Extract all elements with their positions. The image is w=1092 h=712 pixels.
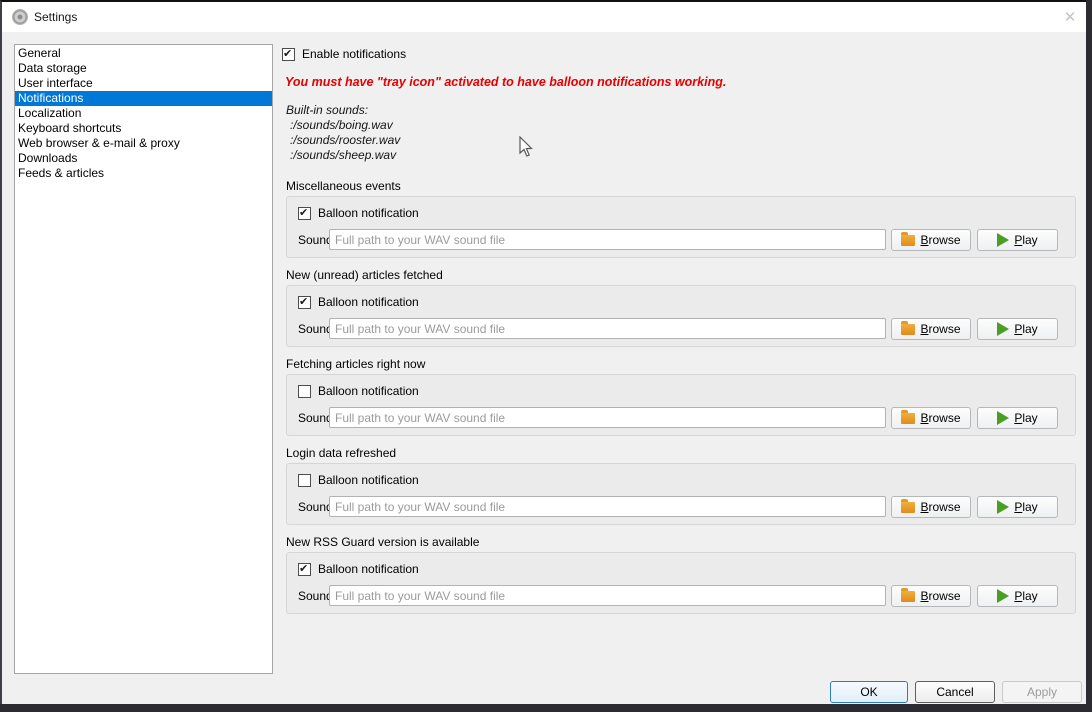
section-label-new-version-available: New RSS Guard version is available [286, 535, 1077, 549]
balloon-notification-label: Balloon notification [318, 295, 419, 309]
sound-path-input[interactable] [329, 407, 886, 428]
browse-button-label: Browse [920, 589, 960, 603]
sidebar-item-downloads[interactable]: Downloads [15, 151, 272, 166]
balloon-notification-label: Balloon notification [318, 206, 419, 220]
play-button-label: Play [1014, 500, 1037, 514]
sound-label: Sound [298, 589, 333, 603]
balloon-notification-checkbox[interactable] [298, 385, 311, 398]
balloon-notification-checkbox[interactable] [298, 207, 311, 220]
browse-button[interactable]: Browse [891, 496, 971, 518]
balloon-row: Balloon notification [298, 206, 419, 220]
section-label-login-data-refreshed: Login data refreshed [286, 446, 1077, 460]
ok-button[interactable]: OK [830, 681, 908, 703]
play-icon [997, 233, 1009, 247]
play-button-label: Play [1014, 233, 1037, 247]
sound-path-input[interactable] [329, 318, 886, 339]
browse-button[interactable]: Browse [891, 229, 971, 251]
sound-label: Sound [298, 322, 333, 336]
enable-notifications-row: Enable notifications [282, 47, 406, 61]
section-fetching-articles: Balloon notification Sound Browse Play [286, 374, 1076, 436]
browse-button[interactable]: Browse [891, 585, 971, 607]
balloon-notification-checkbox[interactable] [298, 296, 311, 309]
play-button[interactable]: Play [977, 229, 1058, 251]
apply-button[interactable]: Apply [1002, 681, 1082, 703]
play-icon [997, 589, 1009, 603]
builtin-sound-path: :/sounds/rooster.wav [286, 133, 400, 148]
sidebar-item-general[interactable]: General [15, 46, 272, 61]
sidebar-item-user-interface[interactable]: User interface [15, 76, 272, 91]
balloon-row: Balloon notification [298, 473, 419, 487]
builtin-sound-path: :/sounds/sheep.wav [286, 148, 400, 163]
play-icon [997, 500, 1009, 514]
balloon-notification-label: Balloon notification [318, 473, 419, 487]
play-button[interactable]: Play [977, 585, 1058, 607]
sound-path-input[interactable] [329, 229, 886, 250]
settings-nav-list: General Data storage User interface Noti… [14, 44, 273, 674]
builtin-sound-path: :/sounds/boing.wav [286, 118, 400, 133]
section-label-miscellaneous-events: Miscellaneous events [286, 179, 1077, 193]
sound-label: Sound [298, 500, 333, 514]
enable-notifications-checkbox[interactable] [282, 48, 295, 61]
enable-notifications-label: Enable notifications [302, 47, 406, 61]
browse-button[interactable]: Browse [891, 318, 971, 340]
balloon-notification-label: Balloon notification [318, 384, 419, 398]
builtin-sounds-intro: Built-in sounds: [286, 103, 400, 118]
browse-button-label: Browse [920, 233, 960, 247]
browse-button-label: Browse [920, 500, 960, 514]
browse-button-label: Browse [920, 411, 960, 425]
window-title: Settings [34, 2, 77, 32]
sound-path-input[interactable] [329, 496, 886, 517]
sound-path-input[interactable] [329, 585, 886, 606]
sound-label: Sound [298, 411, 333, 425]
sound-label: Sound [298, 233, 333, 247]
play-button[interactable]: Play [977, 496, 1058, 518]
balloon-notification-label: Balloon notification [318, 562, 419, 576]
browse-button-label: Browse [920, 322, 960, 336]
play-button-label: Play [1014, 411, 1037, 425]
notification-sections: Miscellaneous events Balloon notificatio… [286, 179, 1077, 624]
play-button[interactable]: Play [977, 318, 1058, 340]
play-button[interactable]: Play [977, 407, 1058, 429]
folder-icon [901, 502, 915, 513]
balloon-row: Balloon notification [298, 295, 419, 309]
folder-icon [901, 413, 915, 424]
settings-gear-icon [12, 9, 28, 25]
sidebar-item-web-browser-proxy[interactable]: Web browser & e-mail & proxy [15, 136, 272, 151]
balloon-notification-checkbox[interactable] [298, 563, 311, 576]
section-new-version-available: Balloon notification Sound Browse Play [286, 552, 1076, 614]
play-icon [997, 411, 1009, 425]
section-login-data-refreshed: Balloon notification Sound Browse Play [286, 463, 1076, 525]
close-icon: ✕ [1064, 8, 1077, 26]
sidebar-item-keyboard-shortcuts[interactable]: Keyboard shortcuts [15, 121, 272, 136]
settings-window: Settings ✕ General Data storage User int… [0, 0, 1086, 704]
folder-icon [901, 591, 915, 602]
section-new-articles-fetched: Balloon notification Sound Browse Play [286, 285, 1076, 347]
play-button-label: Play [1014, 322, 1037, 336]
tray-icon-warning-text: You must have "tray icon" activated to h… [285, 75, 985, 89]
close-button[interactable]: ✕ [1054, 4, 1086, 30]
builtin-sounds-block: Built-in sounds: :/sounds/boing.wav :/so… [286, 103, 400, 163]
mouse-cursor-icon [519, 136, 533, 158]
section-label-new-articles-fetched: New (unread) articles fetched [286, 268, 1077, 282]
section-miscellaneous-events: Balloon notification Sound Browse Play [286, 196, 1076, 258]
sidebar-item-data-storage[interactable]: Data storage [15, 61, 272, 76]
section-label-fetching-articles: Fetching articles right now [286, 357, 1077, 371]
sidebar-item-localization[interactable]: Localization [15, 106, 272, 121]
play-button-label: Play [1014, 589, 1037, 603]
balloon-row: Balloon notification [298, 562, 419, 576]
titlebar: Settings ✕ [2, 2, 1086, 32]
folder-icon [901, 235, 915, 246]
sidebar-item-feeds-articles[interactable]: Feeds & articles [15, 166, 272, 181]
balloon-notification-checkbox[interactable] [298, 474, 311, 487]
balloon-row: Balloon notification [298, 384, 419, 398]
browse-button[interactable]: Browse [891, 407, 971, 429]
play-icon [997, 322, 1009, 336]
cancel-button[interactable]: Cancel [915, 681, 995, 703]
folder-icon [901, 324, 915, 335]
sidebar-item-notifications[interactable]: Notifications [15, 91, 272, 106]
